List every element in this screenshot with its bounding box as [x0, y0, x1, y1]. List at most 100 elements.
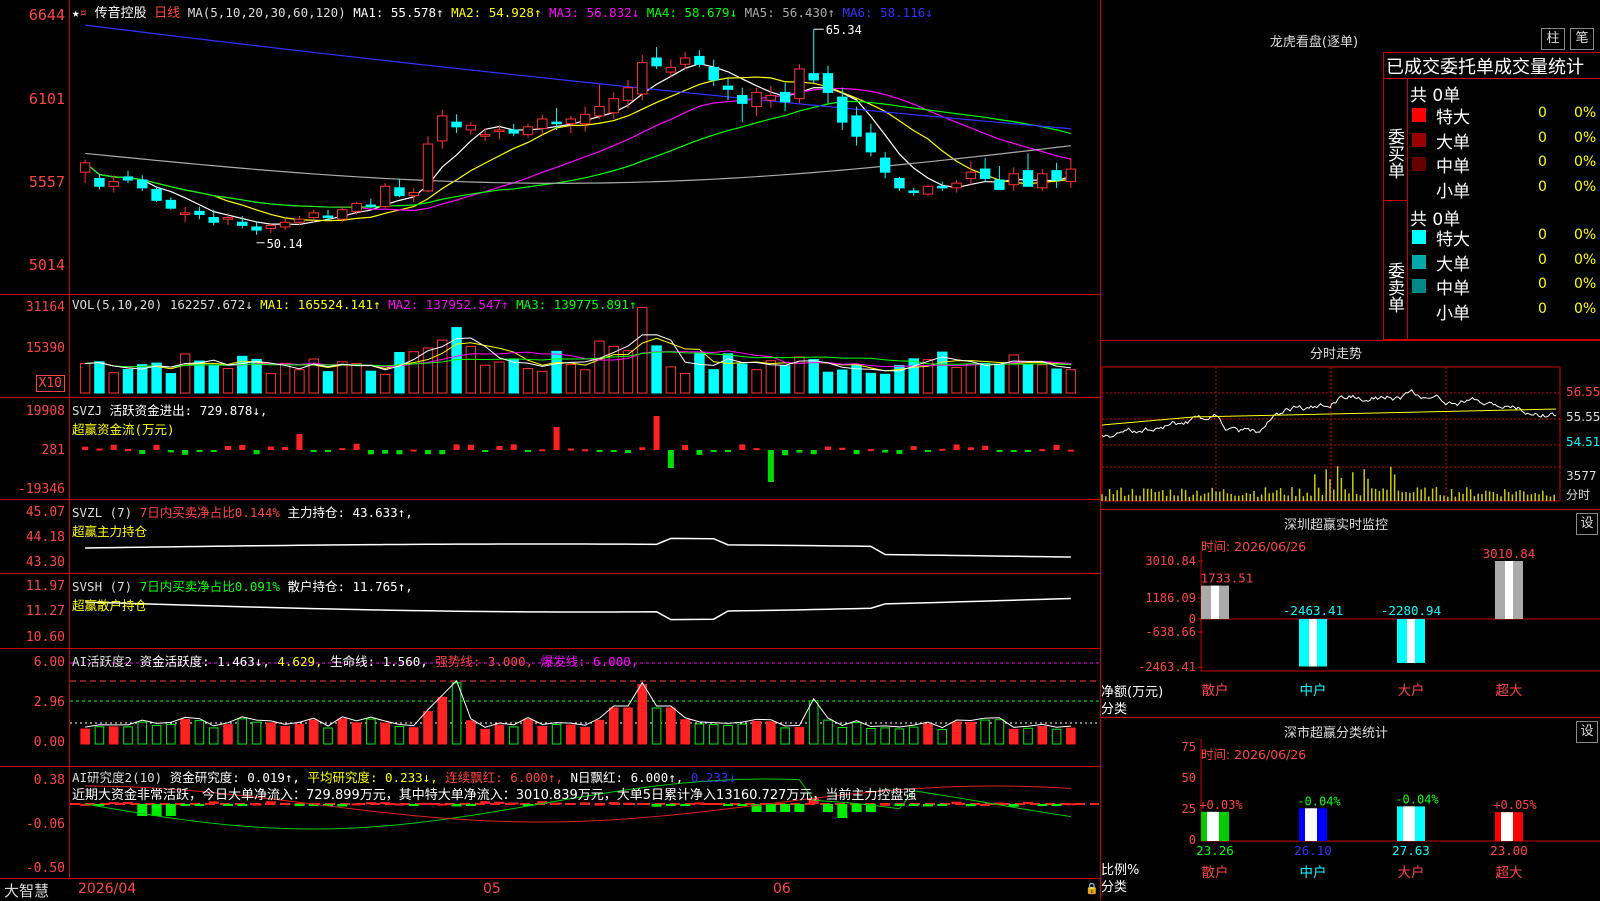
y-tick: 15390 — [25, 341, 65, 356]
candle-down — [94, 177, 105, 187]
y-tick: -0.50 — [25, 861, 65, 876]
ai-active-pane[interactable]: 6.00 2.96 0.00 AI活跃度2 资金活跃度: 1.463↓, 4.6… — [0, 649, 1100, 767]
volume-bar — [494, 361, 505, 394]
svzl-pane[interactable]: 45.07 44.18 43.30 SVZL (7) 7日内买卖净占比0.144… — [0, 500, 1100, 574]
fund-flow-bar — [410, 449, 417, 452]
kline-plot[interactable]: 65.34 50.14 — [70, 0, 1099, 294]
activity-bar — [708, 724, 719, 745]
volume-bar — [765, 360, 777, 394]
candle-down — [165, 199, 177, 209]
candle-up — [565, 118, 577, 125]
date-06: 06 — [773, 881, 791, 897]
volume-bar — [551, 350, 562, 394]
ai-research-avg: 平均研究度: 0.233↓, — [307, 770, 438, 785]
ai-active-label: AI活跃度2 — [72, 654, 133, 669]
ma-value-3: MA3: 56.832↓ — [541, 5, 640, 20]
y-tick: 44.18 — [25, 530, 65, 545]
fund-flow-bar — [910, 446, 917, 450]
research-bar — [908, 804, 919, 806]
fund-flow-bar — [953, 444, 960, 450]
candle-up — [351, 202, 362, 212]
ma-value-6: MA6: 58.116↓ — [834, 5, 933, 20]
volume-bar — [522, 368, 534, 394]
ratio-y-tick: 25 — [1182, 802, 1196, 816]
period-label[interactable]: 日线 — [154, 6, 180, 21]
kline-pane[interactable]: 6644 6101 5557 5014 65.34 50.14 ★¤ 传音控股 日… — [0, 0, 1100, 295]
volume-bar — [694, 352, 705, 394]
activity-line — [85, 679, 1071, 729]
activity-bar — [566, 724, 576, 745]
svzj-label: SVZJ — [72, 403, 103, 418]
activity-bar — [594, 719, 605, 745]
activity-bar — [194, 720, 205, 745]
ratio-change-label: -0.04% — [1395, 792, 1439, 806]
activity-bar — [994, 719, 1005, 745]
activity-bar — [323, 727, 333, 745]
svsh-pane[interactable]: 11.97 11.27 10.60 SVSH (7) 7日内买卖净占比0.091… — [0, 574, 1100, 649]
fund-flow-bar — [110, 444, 117, 450]
activity-bar — [451, 682, 462, 745]
research-bar — [294, 804, 305, 807]
svzj-pane[interactable]: 19908 281 -19346 SVZJ 活跃资金进出: 729.878↓, … — [0, 398, 1100, 500]
chart-area[interactable]: 6644 6101 5557 5014 65.34 50.14 ★¤ 传音控股 日… — [0, 0, 1100, 900]
candle-down — [237, 221, 248, 226]
candle-down — [1022, 170, 1034, 187]
tick-view-button[interactable]: 笔 — [1570, 28, 1594, 50]
fund-flow-bar — [382, 450, 389, 454]
fund-flow-bar — [796, 450, 803, 453]
svzj-active: 活跃资金进出: 729.878↓, — [109, 403, 268, 418]
research-bar — [980, 804, 991, 806]
research-bar — [837, 804, 848, 818]
candle-down — [194, 210, 205, 215]
volume-bar — [751, 369, 762, 394]
activity-bar — [523, 719, 533, 745]
order-size-label: 大单 — [1436, 254, 1470, 275]
research-bar — [337, 804, 348, 807]
candle-up — [422, 143, 434, 192]
fund-flow-bar — [1053, 444, 1060, 450]
y-tick: 45.07 — [25, 505, 65, 520]
order-size-label: 特大 — [1436, 230, 1470, 250]
net-y-tick: -2463.41 — [1138, 660, 1196, 674]
ai-research-pane[interactable]: 0.38 -0.06 -0.50 AI研究度2(10) 资金研究度: 0.019… — [0, 767, 1100, 878]
intraday-panel[interactable]: 分时走势 56.55 55.55 54.51 3577 分时 — [1101, 340, 1600, 510]
research-bar — [1037, 804, 1048, 806]
order-count: 0 — [1538, 251, 1547, 268]
activity-bar — [308, 719, 319, 745]
activity-bar — [837, 726, 848, 745]
research-bar — [1023, 801, 1033, 804]
ratio-category-label: 分类 — [1101, 880, 1128, 895]
volume-bar — [1065, 369, 1077, 394]
order-size-label: 特大 — [1436, 108, 1470, 128]
activity-bar — [1037, 725, 1048, 745]
ratio-value-label: 23.26 — [1196, 843, 1234, 858]
research-bar — [780, 804, 791, 812]
fund-flow-bar — [239, 444, 246, 450]
candle-down — [879, 157, 891, 173]
ai-strong: 强势线: 3.000, — [435, 654, 534, 669]
flag-icon[interactable]: ¤ — [80, 5, 88, 20]
sz-monitor-panel[interactable]: 深圳超赢实时监控 设 时间: 2026/06/26 3010.84 1186.09… — [1101, 511, 1600, 718]
stock-name[interactable]: 传音控股 — [95, 6, 147, 21]
fund-flow-bar — [182, 450, 189, 455]
net-y-tick: -638.66 — [1145, 625, 1196, 639]
fund-flow-bar — [510, 444, 517, 450]
activity-bar — [1066, 727, 1076, 745]
activity-bar — [208, 727, 219, 745]
volume-pane[interactable]: 31164 15390 X10 VOL(5,10,20) 162257.672↓… — [0, 295, 1100, 398]
fund-flow-bar — [1025, 450, 1031, 452]
volume-bar — [79, 362, 91, 394]
lock-icon[interactable]: 🔒 — [1085, 882, 1099, 895]
vol-value: 162257.672↓ — [169, 297, 253, 312]
activity-bar — [980, 719, 990, 745]
candle-up — [494, 129, 505, 133]
research-bar — [937, 804, 948, 806]
legend-swatch — [1412, 279, 1426, 293]
star-icon[interactable]: ★ — [72, 5, 80, 20]
activity-bar — [908, 726, 919, 745]
candle-down — [822, 73, 834, 93]
candle-down — [208, 217, 219, 223]
candle-up — [579, 113, 591, 125]
class-stats-panel[interactable]: 深市超赢分类统计 设 时间: 2026/06/26 75 50 25 0 +0.03% 2… — [1101, 719, 1600, 900]
bar-view-button[interactable]: 柱 — [1541, 28, 1565, 50]
